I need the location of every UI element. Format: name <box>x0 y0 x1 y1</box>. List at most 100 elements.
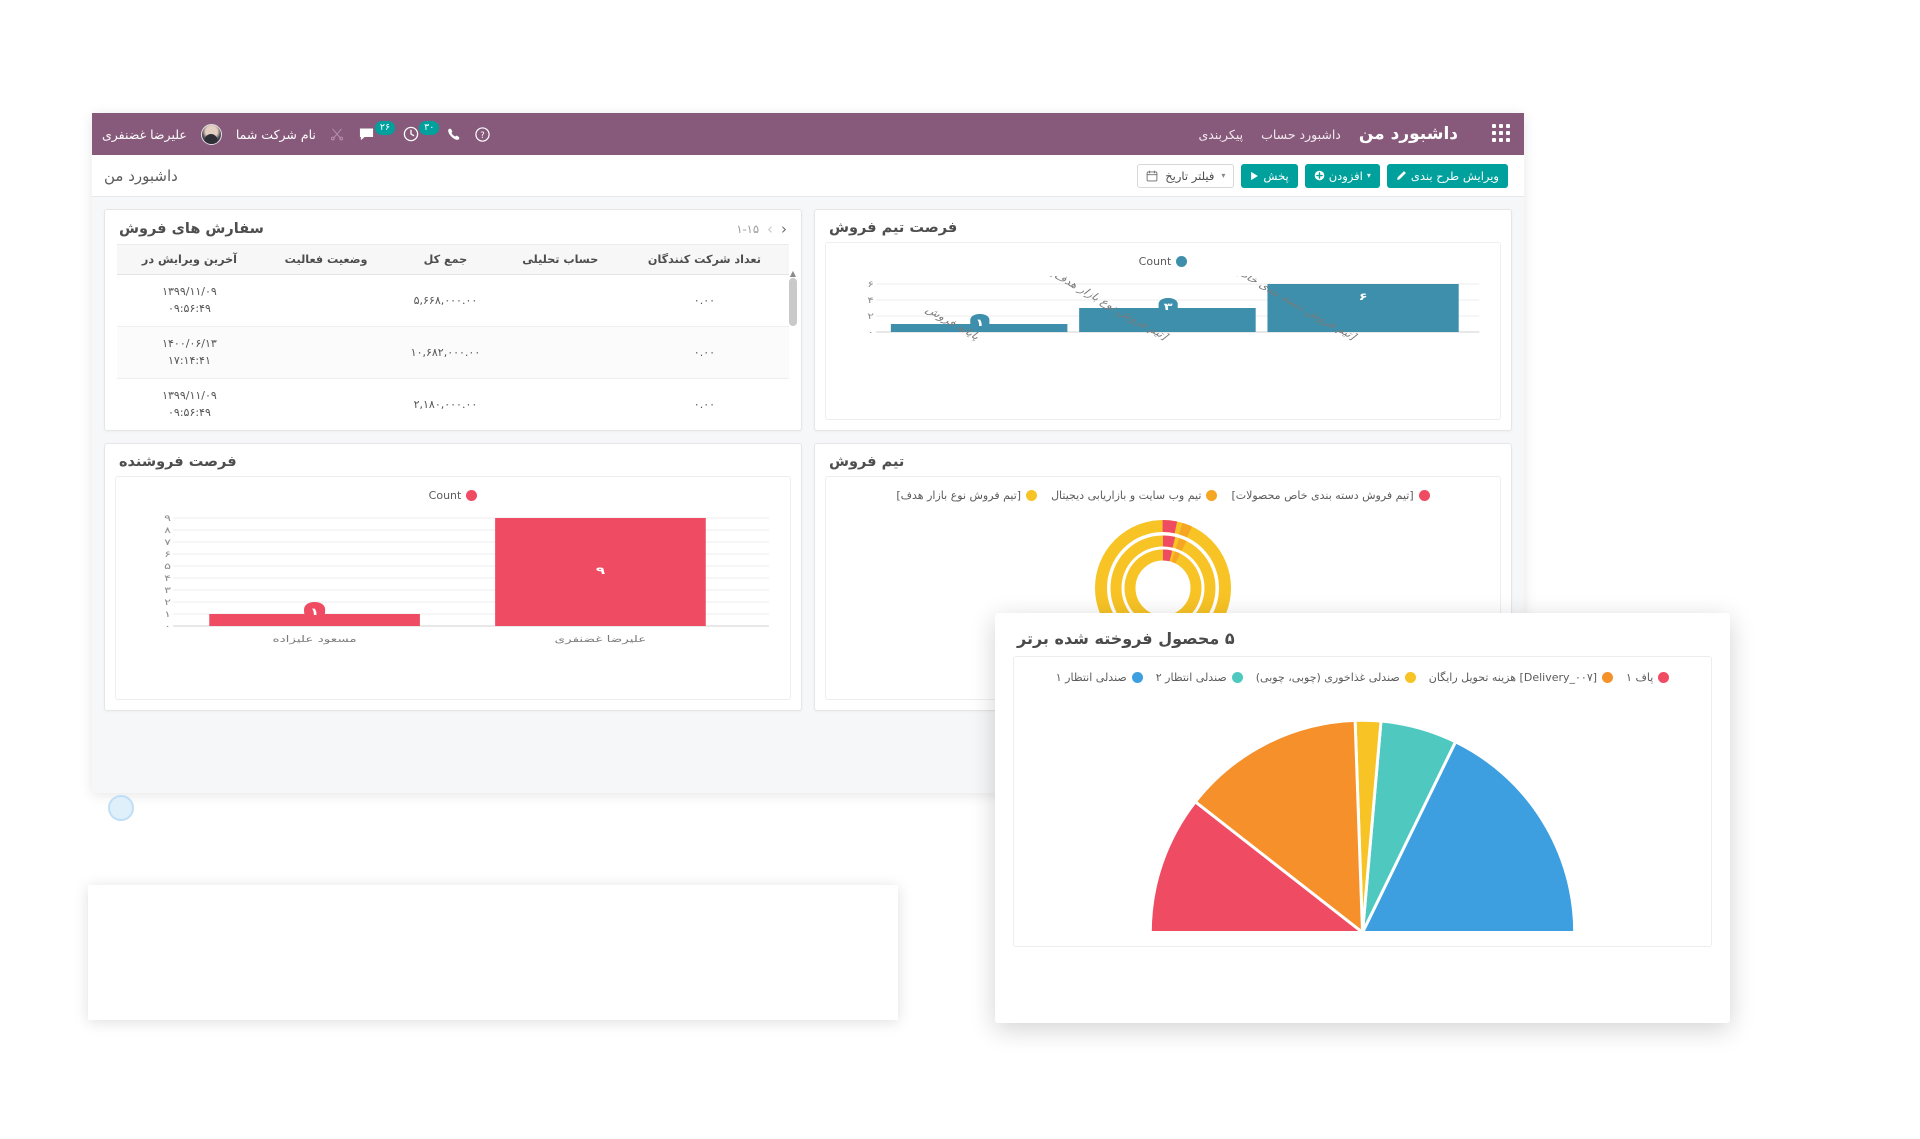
apps-grid-icon[interactable] <box>1490 124 1510 144</box>
card-header: ‹ › ۱-۱۵ سفارش های فروش <box>105 210 801 244</box>
col-total[interactable]: جمع کل <box>390 244 501 275</box>
add-label: افزودن <box>1328 168 1363 183</box>
nav-link-configuration[interactable]: پیکربندی <box>1198 127 1243 142</box>
messages-count: ۲۶ <box>374 120 396 136</box>
user-name[interactable]: علیرضا غضنفری <box>102 127 187 142</box>
cell-status <box>261 326 391 379</box>
chevron-down-icon: ▾ <box>1366 171 1371 180</box>
date-filter-label: فیلتر تاریخ <box>1165 168 1215 183</box>
legend-item[interactable]: [Delivery_۰۰۷] هزینه تحویل رایگان <box>1429 671 1614 684</box>
card-title-sales-orders: سفارش های فروش <box>119 221 264 237</box>
question-circle-icon[interactable]: ? <box>475 126 491 142</box>
edit-layout-label: ویرایش طرح بندی <box>1410 168 1499 183</box>
svg-text:۵: ۵ <box>164 561 171 571</box>
cell-time: ۰۹:۵۶:۴۹ <box>168 405 211 419</box>
plus-circle-icon <box>1314 170 1325 181</box>
sales-orders-table: تعداد شرکت کنندگان حساب تحلیلی جمع کل وض… <box>117 244 789 430</box>
cell-last-modified: ۱۴۰۰/۰۶/۱۳ ۱۷:۱۴:۴۱ <box>117 326 262 379</box>
col-participants[interactable]: تعداد شرکت کنندگان <box>619 244 789 275</box>
svg-text:۱: ۱ <box>975 316 984 328</box>
legend-label: [تیم فروش نوع بازار هدف] <box>896 489 1022 502</box>
svg-text:۸: ۸ <box>164 525 171 535</box>
legend-color-swatch <box>466 490 478 501</box>
legend-item[interactable]: تیم وب سایت و بازاریابی دیجیتال <box>1051 489 1218 502</box>
legend-item[interactable]: صندلی غذاخوری (چوبی، چوبی) <box>1256 671 1416 684</box>
chart-legend: [تیم فروش دسته بندی خاص محصولات] تیم وب … <box>832 485 1494 510</box>
legend-label: صندلی انتظار ۱ <box>1055 671 1127 684</box>
col-analytic-account[interactable]: حساب تحلیلی <box>500 244 620 275</box>
cell-analytic <box>500 326 620 379</box>
pager-prev[interactable]: ‹ <box>781 220 787 238</box>
cell-analytic <box>500 378 620 430</box>
svg-text:۰: ۰ <box>164 621 171 631</box>
col-last-modified[interactable]: آخرین ویرایش در <box>117 244 262 275</box>
cell-time: ۱۷:۱۴:۴۱ <box>168 353 211 367</box>
svg-text:۳: ۳ <box>164 585 171 595</box>
svg-text:۲: ۲ <box>867 311 874 321</box>
vertical-scrollbar[interactable]: ▲ <box>789 270 797 380</box>
cell-last-modified: ۱۳۹۹/۱۱/۰۹ ۰۹:۵۶:۴۹ <box>117 378 262 430</box>
phone-icon[interactable] <box>447 127 461 141</box>
bar-chart-svg: ۶ ۴ ۲ ۰ ۱ ۳ ۶ پایانه فروش [تیم فروش نوع … <box>867 276 1480 342</box>
legend-item[interactable]: Count <box>429 489 478 502</box>
card-title-sales-team: تیم فروش <box>829 454 905 470</box>
legend-item[interactable]: [تیم فروش نوع بازار هدف] <box>896 489 1038 502</box>
svg-text:۲: ۲ <box>164 597 171 607</box>
legend-color-swatch <box>1418 490 1430 501</box>
table-row[interactable]: ۰.۰۰ ۲,۱۸۰,۰۰۰.۰۰ ۱۳۹۹/۱۱/۰۹ ۰۹:۵۶:۴۹ <box>117 378 789 430</box>
add-button[interactable]: ▾ افزودن <box>1304 163 1380 188</box>
date-filter-dropdown[interactable]: ▾ فیلتر تاریخ <box>1137 163 1235 188</box>
cell-total: ۲,۱۸۰,۰۰۰.۰۰ <box>390 378 501 430</box>
table-header-row: تعداد شرکت کنندگان حساب تحلیلی جمع کل وض… <box>117 244 789 275</box>
svg-text:۱: ۱ <box>310 606 319 618</box>
card-header: فرصت تیم فروش <box>815 210 1511 242</box>
play-button[interactable]: پخش <box>1241 163 1298 188</box>
legend-item[interactable]: [تیم فروش دسته بندی خاص محصولات] <box>1231 489 1430 502</box>
card-header: فرصت فروشنده <box>105 444 801 476</box>
legend-color-swatch <box>1231 672 1243 683</box>
legend-item[interactable]: Count <box>1139 255 1188 268</box>
screenshot-root: داشبورد من داشبورد حساب پیکربندی ? ۳۰ ۲۶ <box>0 0 1920 1139</box>
company-name[interactable]: نام شرکت شما <box>236 127 316 142</box>
card-seller-opportunity: فرصت فروشنده Count ۹ ۸ ۷ ۶ ۵ ۴ ۳ ۲ ۱ ۰ ۱… <box>104 443 802 711</box>
legend-label: تیم وب سایت و بازاریابی دیجیتال <box>1051 489 1202 502</box>
svg-text:۴: ۴ <box>164 573 171 583</box>
page-title: داشبورد من <box>104 166 178 185</box>
edit-layout-button[interactable]: ویرایش طرح بندی <box>1386 163 1508 188</box>
nav-link-account-dashboard[interactable]: داشبورد حساب <box>1261 127 1341 142</box>
sales-orders-table-wrap: ▲ تعداد شرکت کنندگان حساب تحلیلی جمع کل … <box>117 244 797 430</box>
activities-indicator[interactable]: ۳۰ <box>403 120 440 142</box>
legend-color-swatch <box>1404 672 1416 683</box>
svg-text:۹: ۹ <box>164 513 171 523</box>
calendar-icon <box>1146 170 1158 182</box>
legend-item[interactable]: صندلی انتظار ۱ <box>1056 671 1143 684</box>
chart-team-opportunity: Count ۶ ۴ ۲ ۰ ۱ ۳ ۶ پایانه فروش [تیم فرو… <box>825 242 1501 420</box>
bar-chart-svg: ۹ ۸ ۷ ۶ ۵ ۴ ۳ ۲ ۱ ۰ ۱ ۹ مسعود علیزاده عل… <box>164 513 769 645</box>
legend-color-swatch <box>1602 672 1614 683</box>
svg-text:۶: ۶ <box>1359 290 1368 302</box>
messages-indicator[interactable]: ۲۶ <box>358 120 396 142</box>
cell-date: ۱۴۰۰/۰۶/۱۳ <box>162 337 217 350</box>
table-row[interactable]: ۰.۰۰ ۵,۶۶۸,۰۰۰.۰۰ ۱۳۹۹/۱۱/۰۹ ۰۹:۵۶:۴۹ <box>117 274 789 327</box>
card-team-opportunity: فرصت تیم فروش Count ۶ ۴ ۲ ۰ ۱ ۳ ۶ پایانه… <box>814 209 1512 431</box>
pager-range: ۱-۱۵ <box>736 222 759 236</box>
cell-last-modified: ۱۳۹۹/۱۱/۰۹ ۰۹:۵۶:۴۹ <box>117 274 262 327</box>
svg-text:?: ? <box>481 129 485 139</box>
scissors-icon[interactable] <box>330 127 344 141</box>
legend-label: صندلی انتظار ۲ <box>1155 671 1227 684</box>
navbar-left-group: ? ۳۰ ۲۶ نام شرکت شما علیرضا غضنفری <box>102 120 491 145</box>
pager-next[interactable]: › <box>767 220 773 238</box>
card-header: ۵ محصول فروخته شده برتر <box>995 613 1730 652</box>
legend-item[interactable]: پاف ۱ <box>1626 671 1670 684</box>
table-pager: ‹ › ۱-۱۵ <box>736 220 787 238</box>
card-top-products: ۵ محصول فروخته شده برتر پاف ۱ [Delivery_… <box>995 613 1730 1023</box>
chart-legend: Count <box>122 485 784 510</box>
col-activity-status[interactable]: وضعیت فعالیت <box>261 244 391 275</box>
card-title-seller-opportunity: فرصت فروشنده <box>119 454 237 470</box>
legend-color-swatch <box>1206 490 1218 501</box>
table-row[interactable]: ۰.۰۰ ۱۰,۶۸۲,۰۰۰.۰۰ ۱۴۰۰/۰۶/۱۳ ۱۷:۱۴:۴۱ <box>117 326 789 379</box>
avatar[interactable] <box>200 123 222 145</box>
legend-item[interactable]: صندلی انتظار ۲ <box>1156 671 1243 684</box>
cell-analytic <box>500 274 620 327</box>
cell-date: ۱۳۹۹/۱۱/۰۹ <box>162 389 217 402</box>
